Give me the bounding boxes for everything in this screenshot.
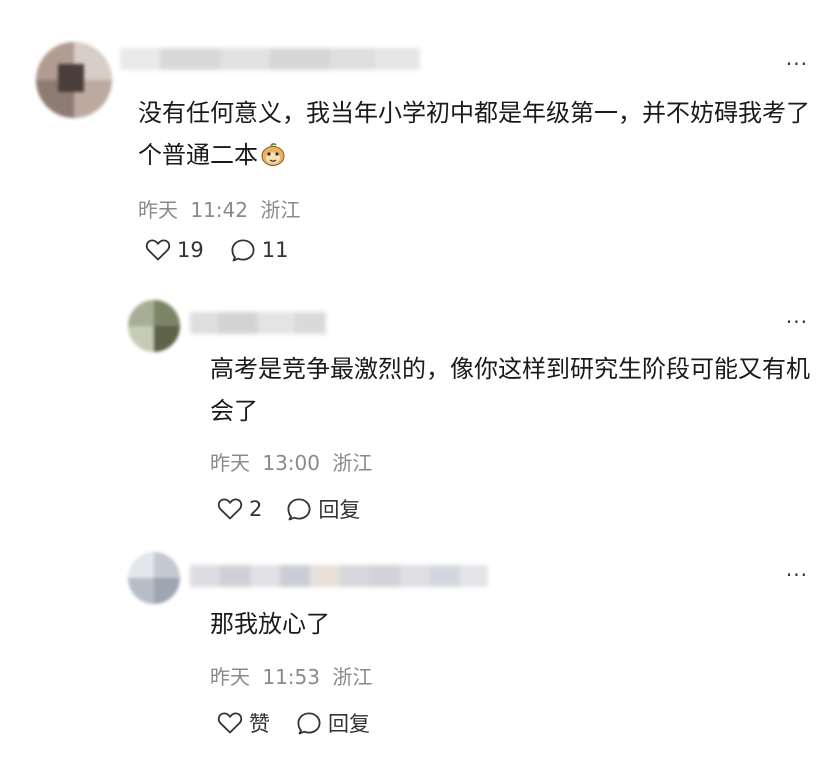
reply-button[interactable]: 回复 — [296, 708, 370, 738]
comment-actions: 19 11 — [145, 238, 288, 262]
comment-time: 11:42 — [190, 198, 248, 222]
like-button[interactable]: 2 — [217, 497, 262, 521]
avatar[interactable] — [36, 42, 112, 118]
comment-meta: 昨天 11:42 浙江 — [138, 194, 300, 223]
like-button[interactable]: 赞 — [217, 708, 270, 738]
avatar[interactable] — [128, 300, 180, 352]
ellipsis-icon: ··· — [785, 310, 808, 334]
comment-text: 高考是竞争最激烈的，像你这样到研究生阶段可能又有机会了 — [210, 355, 810, 425]
speech-bubble-icon — [287, 498, 311, 521]
ellipsis-icon: ··· — [785, 52, 808, 76]
comment-meta: 昨天 13:00 浙江 — [210, 447, 372, 476]
more-options-button[interactable]: ··· — [786, 54, 808, 74]
comment-date: 昨天 — [210, 451, 250, 475]
reply-button[interactable]: 11 — [230, 238, 289, 262]
speech-bubble-icon — [231, 239, 255, 262]
comment-time: 11:53 — [262, 665, 320, 689]
like-count: 19 — [177, 238, 204, 262]
heart-outline-icon — [217, 712, 243, 734]
speech-bubble-icon — [297, 712, 321, 735]
more-options-button[interactable]: ··· — [786, 312, 808, 332]
more-options-button[interactable]: ··· — [786, 565, 808, 585]
ellipsis-icon: ··· — [785, 563, 808, 587]
comment-date: 昨天 — [138, 198, 178, 222]
reply-button[interactable]: 回复 — [286, 494, 360, 524]
like-count: 2 — [249, 497, 263, 521]
comment-time: 13:00 — [262, 451, 320, 475]
heart-outline-icon — [217, 498, 243, 520]
comment-meta: 昨天 11:53 浙江 — [210, 661, 372, 690]
avatar[interactable] — [128, 552, 180, 604]
comment-location: 浙江 — [260, 198, 301, 222]
username[interactable] — [120, 48, 420, 70]
comment-actions: 2 回复 — [217, 494, 360, 524]
comment-actions: 赞 回复 — [217, 708, 370, 738]
username[interactable] — [190, 565, 488, 587]
comment-date: 昨天 — [210, 665, 250, 689]
monkey-face-emoji — [260, 138, 286, 180]
like-button[interactable]: 19 — [145, 238, 204, 262]
heart-outline-icon — [145, 239, 171, 261]
comment-location: 浙江 — [332, 665, 373, 689]
comment-location: 浙江 — [332, 451, 373, 475]
reply-label: 回复 — [328, 712, 370, 736]
reply-count: 11 — [261, 238, 289, 262]
comment-text: 那我放心了 — [210, 610, 330, 638]
username[interactable] — [190, 312, 326, 334]
comment-text: 没有任何意义，我当年小学初中都是年级第一，并不妨碍我考了个普通二本 — [138, 92, 814, 180]
reply-label: 回复 — [318, 498, 361, 522]
like-label: 赞 — [249, 712, 270, 736]
